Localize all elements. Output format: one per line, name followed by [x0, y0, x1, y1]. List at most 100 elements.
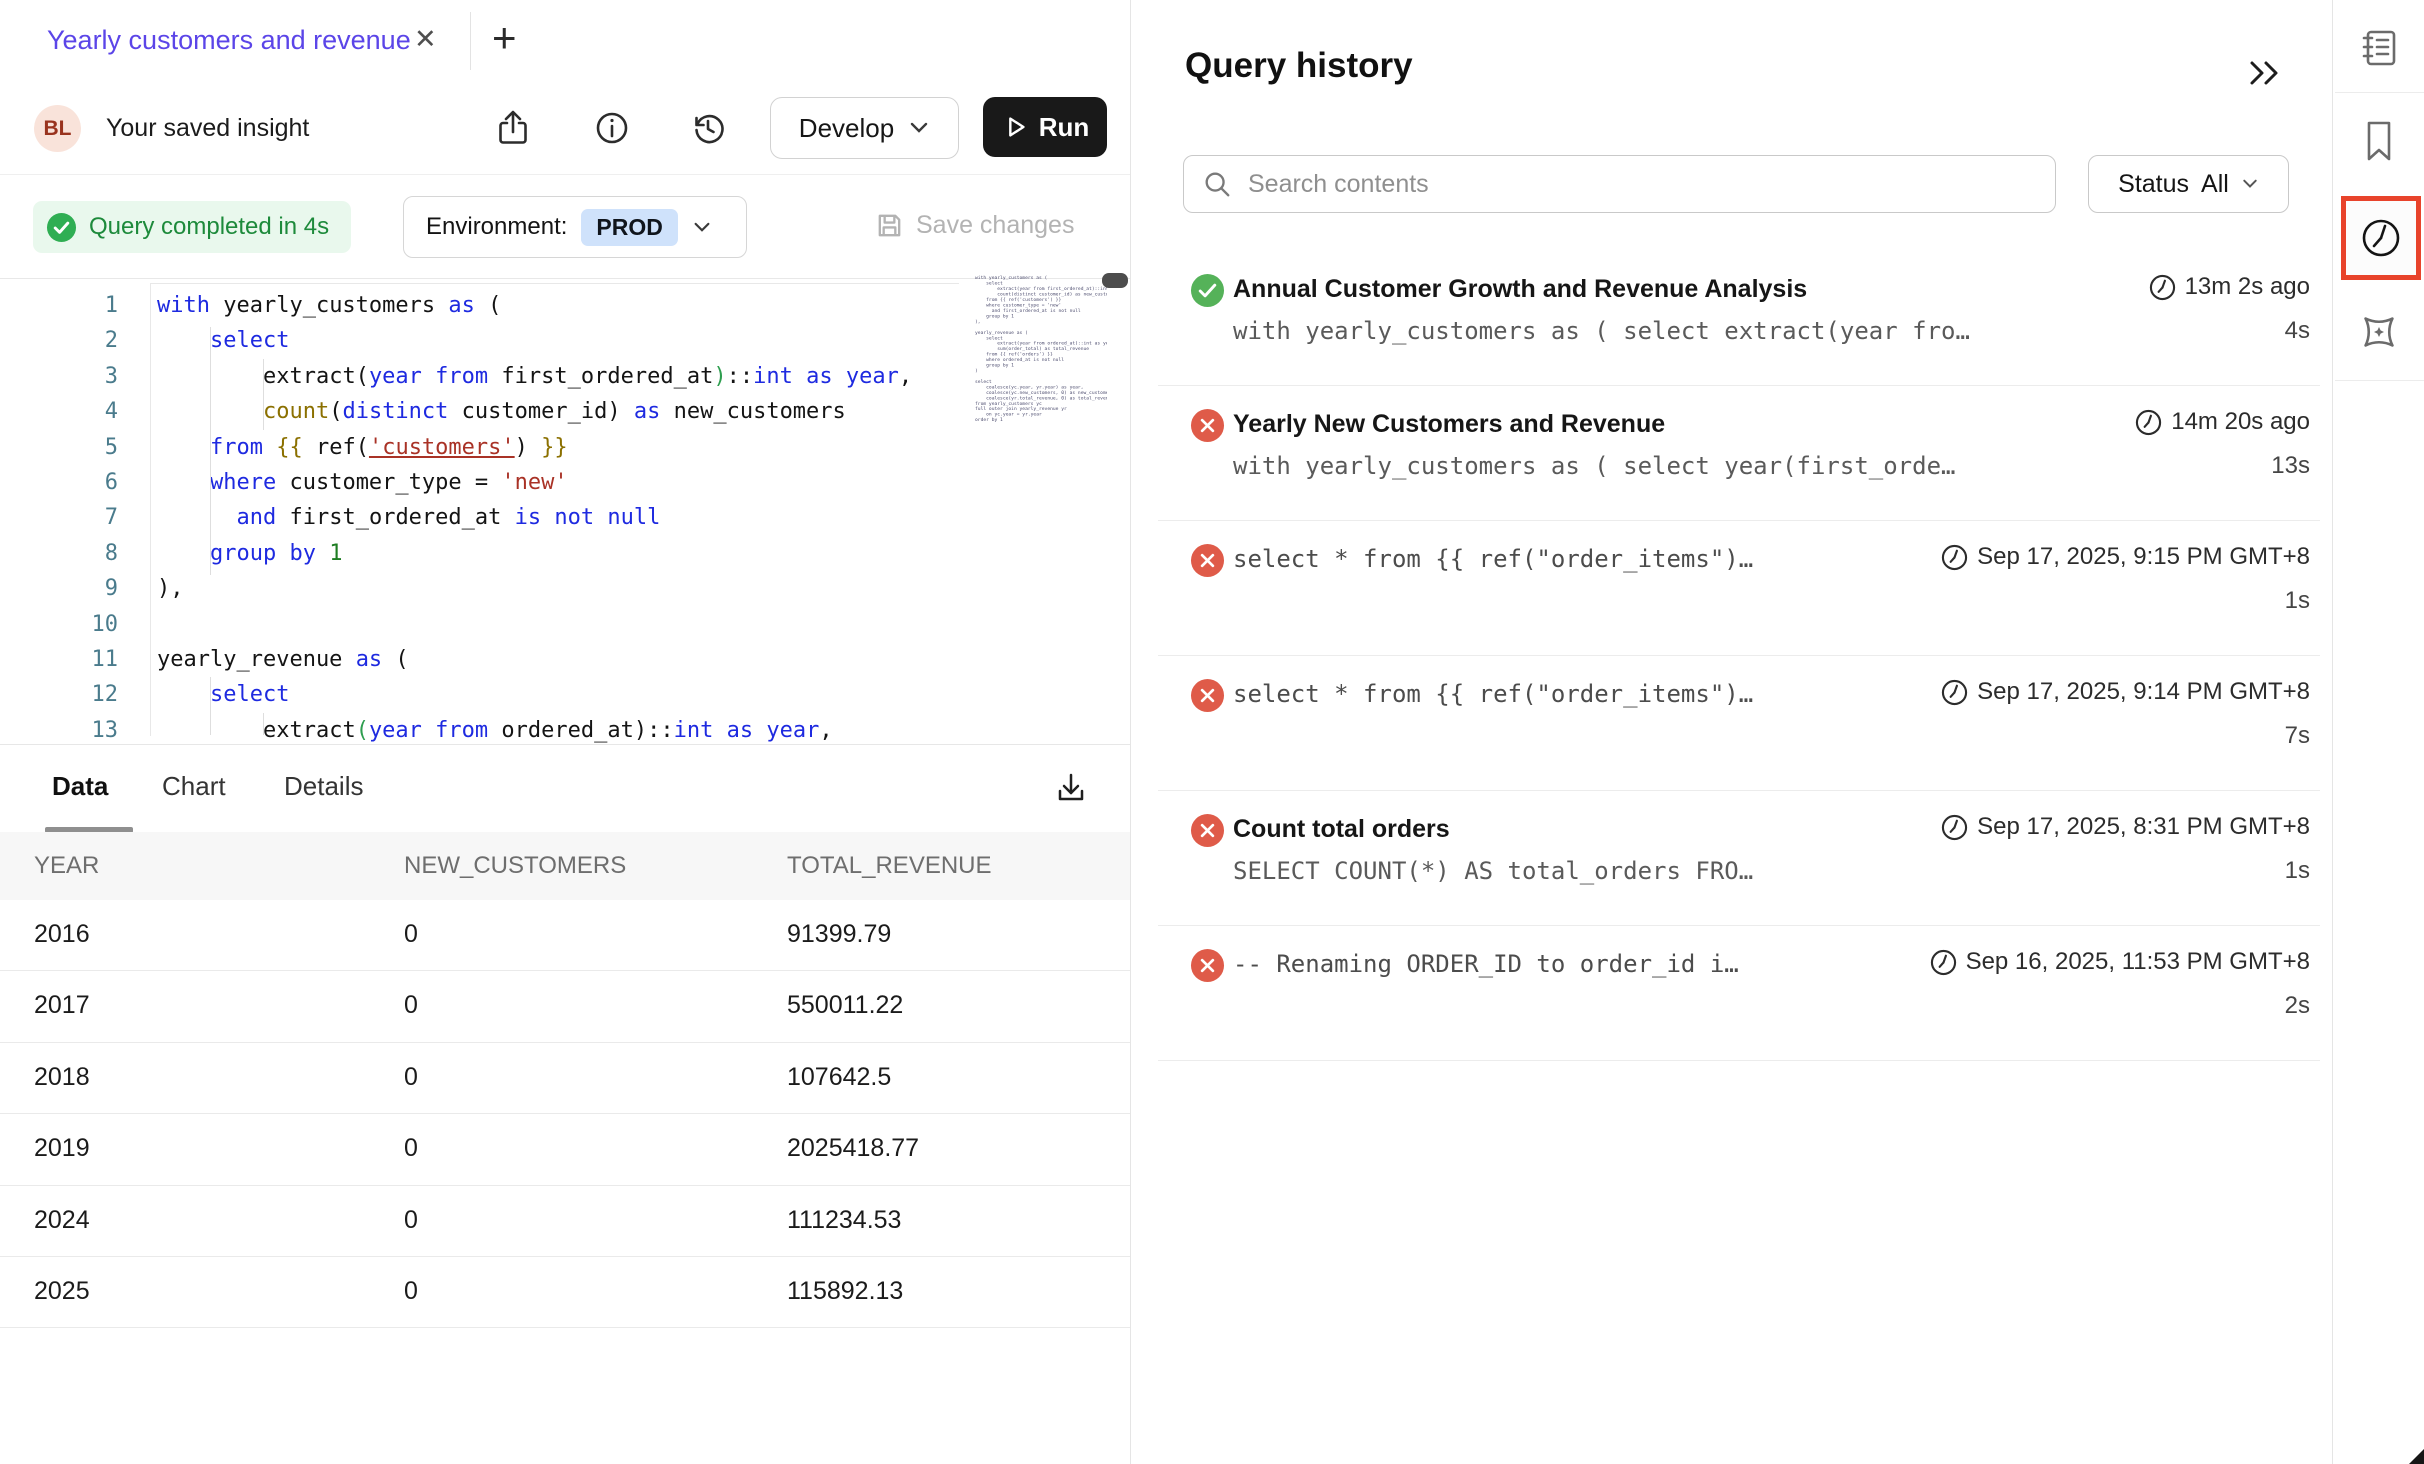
code-line — [157, 607, 957, 642]
history-item-timestamp: Sep 16, 2025, 11:53 PM GMT+8 — [1930, 948, 2310, 976]
play-icon — [1001, 113, 1029, 141]
search-input[interactable] — [1246, 169, 2055, 200]
rail-divider — [2335, 380, 2424, 381]
history-item-timestamp: 13m 2s ago — [2149, 273, 2310, 301]
code-line: select — [157, 677, 957, 712]
query-history-item[interactable]: select * from {{ ref("order_items")…Sep … — [1158, 521, 2320, 656]
indent-guide — [263, 713, 264, 735]
error-x-icon — [1190, 813, 1225, 848]
query-history-title: Query history — [1185, 46, 1413, 86]
query-history-item[interactable]: Count total orders SELECT COUNT(*) AS tot… — [1158, 791, 2320, 926]
run-button[interactable]: Run — [983, 97, 1107, 157]
notebook-icon[interactable] — [2333, 26, 2424, 70]
history-item-title: -- Renaming ORDER_ID to order_id i… — [1233, 950, 1739, 978]
table-cell: 2025418.77 — [787, 1134, 919, 1163]
new-tab-button[interactable]: + — [492, 14, 517, 62]
app-window: Yearly customers and revenue ✕ + BL Your… — [0, 0, 2424, 1464]
query-history-rail-button-active[interactable] — [2341, 196, 2421, 280]
editor-code-area[interactable]: with yearly_customers as ( select extrac… — [157, 288, 957, 748]
resize-corner[interactable] — [2409, 1449, 2424, 1464]
code-line: yearly_revenue as ( — [157, 642, 957, 677]
table-cell: 2016 — [34, 920, 90, 949]
line-number: 8 — [60, 536, 118, 571]
tab-details[interactable]: Details — [284, 771, 363, 802]
status-filter-label: Status — [2118, 170, 2189, 199]
line-number: 13 — [60, 713, 118, 748]
line-number: 5 — [60, 430, 118, 465]
history-item-timestamp: Sep 17, 2025, 8:31 PM GMT+8 — [1941, 813, 2310, 841]
line-number: 3 — [60, 359, 118, 394]
table-cell: 2024 — [34, 1206, 90, 1235]
copilot-icon[interactable] — [2333, 308, 2424, 356]
share-icon[interactable] — [490, 105, 536, 151]
code-line: from {{ ref('customers') }} — [157, 430, 957, 465]
query-history-item[interactable]: select * from {{ ref("order_items")…Sep … — [1158, 656, 2320, 791]
indent-guide — [210, 327, 211, 575]
results-table-header: YEAR NEW_CUSTOMERS TOTAL_REVENUE — [0, 832, 1130, 900]
clock-icon — [1941, 814, 1968, 841]
table-cell: 2018 — [34, 1063, 90, 1092]
table-row: 20170550011.22 — [0, 971, 1130, 1042]
query-history-item[interactable]: Yearly New Customers and Revenuewith yea… — [1158, 386, 2320, 521]
history-item-duration: 7s — [2285, 722, 2310, 750]
query-history-item[interactable]: -- Renaming ORDER_ID to order_id i… Sep 1… — [1158, 926, 2320, 1061]
success-check-icon — [1190, 273, 1225, 308]
query-history-item[interactable]: Annual Customer Growth and Revenue Analy… — [1158, 251, 2320, 386]
indent-guide — [210, 677, 211, 735]
table-cell: 115892.13 — [787, 1277, 903, 1306]
line-number: 2 — [60, 323, 118, 358]
line-number: 4 — [60, 394, 118, 429]
tab-data[interactable]: Data — [52, 771, 108, 802]
history-item-code-preview: SELECT COUNT(*) AS total_orders FRO… — [1233, 857, 1753, 885]
search-icon — [1202, 169, 1232, 199]
table-cell: 550011.22 — [787, 991, 903, 1020]
bookmark-icon[interactable] — [2333, 118, 2424, 164]
download-results-icon[interactable] — [1048, 765, 1094, 811]
sql-editor[interactable]: 12345678910111213 with yearly_customers … — [0, 278, 1130, 735]
code-line: group by 1 — [157, 536, 957, 571]
pane-divider[interactable] — [1130, 0, 1131, 1464]
error-x-icon — [1190, 543, 1225, 578]
code-line: select — [157, 323, 957, 358]
develop-label: Develop — [799, 113, 894, 144]
code-line: and first_ordered_at is not null — [157, 500, 957, 535]
code-line: ), — [157, 571, 957, 606]
collapse-panel-icon[interactable] — [2246, 56, 2286, 92]
history-item-duration: 1s — [2285, 587, 2310, 615]
clock-icon — [1941, 544, 1968, 571]
code-line: extract(year from first_ordered_at)::int… — [157, 359, 957, 394]
version-history-icon[interactable] — [685, 105, 731, 151]
table-row: 2016091399.79 — [0, 900, 1130, 971]
history-item-title: select * from {{ ref("order_items")… — [1233, 680, 1753, 708]
tab-yearly-customers-and-revenue[interactable]: Yearly customers and revenue — [47, 25, 411, 56]
table-cell: 0 — [404, 920, 418, 949]
error-x-icon — [1190, 408, 1225, 443]
column-header-new-customers[interactable]: NEW_CUSTOMERS — [404, 852, 626, 880]
clock-icon — [1930, 949, 1957, 976]
save-changes-label: Save changes — [916, 211, 1074, 240]
status-filter-value: All — [2201, 170, 2229, 199]
info-icon[interactable] — [589, 105, 635, 151]
develop-dropdown[interactable]: Develop — [770, 97, 959, 159]
history-item-timestamp: Sep 17, 2025, 9:15 PM GMT+8 — [1941, 543, 2310, 571]
history-item-title: Annual Customer Growth and Revenue Analy… — [1233, 275, 1807, 304]
column-header-total-revenue[interactable]: TOTAL_REVENUE — [787, 852, 992, 880]
editor-tab-bar: Yearly customers and revenue ✕ + — [0, 0, 1130, 84]
environment-selector[interactable]: Environment: PROD — [403, 196, 747, 258]
tab-chart[interactable]: Chart — [162, 771, 226, 802]
history-item-title: Count total orders — [1233, 815, 1450, 844]
table-cell: 0 — [404, 1277, 418, 1306]
history-item-duration: 1s — [2285, 857, 2310, 885]
line-number: 11 — [60, 642, 118, 677]
history-item-code-preview: with yearly_customers as ( select year(f… — [1233, 452, 1955, 480]
editor-scrollbar[interactable] — [1102, 273, 1128, 288]
editor-minimap[interactable]: with yearly_customers as ( select extrac… — [975, 275, 1107, 715]
save-changes-button[interactable]: Save changes — [874, 210, 1074, 241]
column-header-year[interactable]: YEAR — [34, 852, 99, 880]
table-row: 20250115892.13 — [0, 1257, 1130, 1328]
status-filter-dropdown[interactable]: Status All — [2088, 155, 2289, 213]
save-icon — [874, 210, 905, 241]
insight-subtitle: Your saved insight — [106, 114, 309, 143]
avatar[interactable]: BL — [34, 105, 81, 152]
close-tab-icon[interactable]: ✕ — [414, 24, 437, 55]
